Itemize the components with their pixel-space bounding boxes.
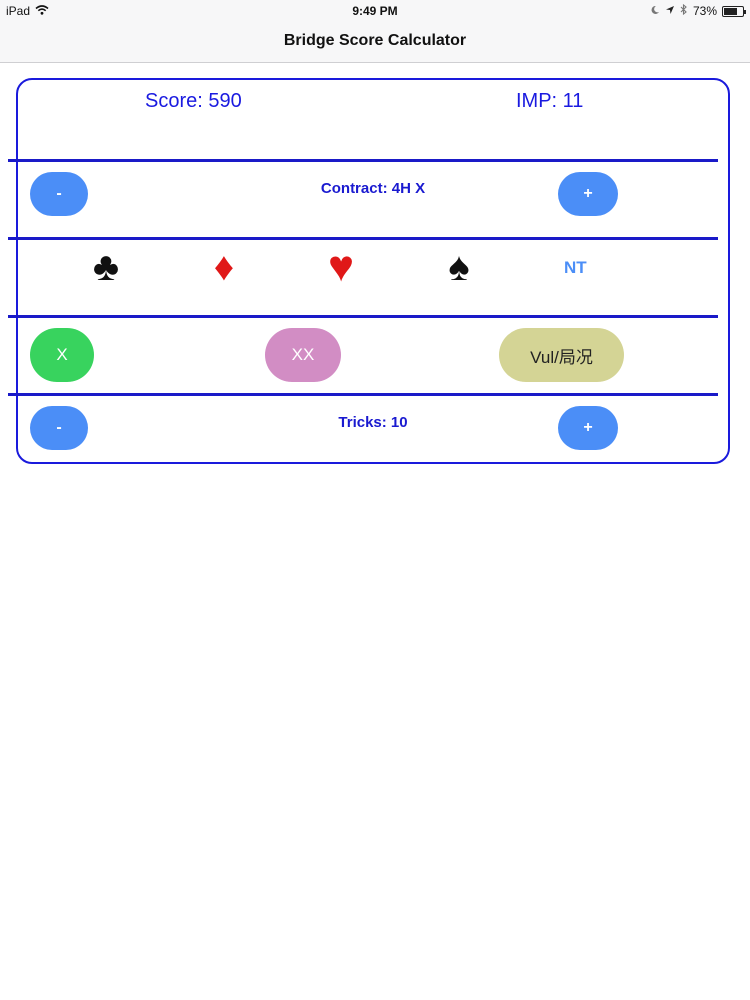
divider xyxy=(8,315,718,318)
status-bar: iPad 9:49 PM 73% xyxy=(0,0,750,22)
no-trump-button[interactable]: NT xyxy=(564,258,587,278)
tricks-plus-button[interactable]: + xyxy=(558,406,618,450)
imp-label: IMP: 11 xyxy=(516,90,584,112)
spades-icon[interactable]: ♠ xyxy=(434,244,484,290)
page-title: Bridge Score Calculator xyxy=(283,32,467,49)
vulnerable-button[interactable]: Vul/局况 xyxy=(499,328,624,382)
divider xyxy=(8,159,718,162)
divider xyxy=(8,393,718,396)
battery-fill xyxy=(724,7,738,15)
score-label: Score: 590 xyxy=(145,90,242,112)
hearts-icon[interactable]: ♥ xyxy=(316,244,366,290)
contract-plus-button[interactable]: + xyxy=(558,172,618,216)
moon-icon xyxy=(650,4,660,18)
diamonds-icon[interactable]: ♦ xyxy=(199,244,249,290)
tricks-label: Tricks: 10 xyxy=(338,414,408,431)
clubs-icon[interactable]: ♣ xyxy=(81,244,131,290)
contract-label: Contract: 4H X xyxy=(320,180,426,197)
bluetooth-icon xyxy=(680,3,688,18)
divider xyxy=(8,237,718,240)
double-button[interactable]: X xyxy=(30,328,94,382)
status-right: 73% xyxy=(650,3,746,18)
location-arrow-icon xyxy=(665,4,675,18)
redouble-button[interactable]: XX xyxy=(265,328,341,382)
battery-percent: 73% xyxy=(692,4,717,18)
battery-icon xyxy=(722,5,746,17)
navigation-bar: Bridge Score Calculator xyxy=(0,22,750,63)
status-time: 9:49 PM xyxy=(352,4,398,18)
